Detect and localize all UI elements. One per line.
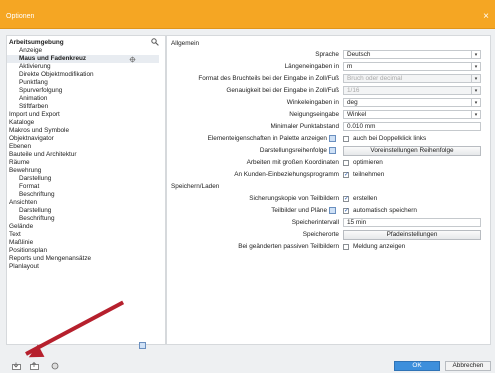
optimieren-label: optimieren: [353, 159, 383, 166]
chevron-down-icon: ▾: [471, 51, 480, 58]
sidebar-item-stiftfarben[interactable]: Stiftfarben: [7, 103, 48, 111]
label-speicherorte: Speicherorte: [302, 231, 339, 238]
teilnehmen-checkbox[interactable]: [343, 171, 349, 178]
autosave-checkbox[interactable]: [343, 207, 349, 214]
sidebar-item-punktfang[interactable]: Punktfang: [7, 79, 48, 87]
sidebar-item-objektnavigator[interactable]: Objektnavigator: [7, 135, 54, 143]
label-winkel: Winkeleingaben in: [286, 99, 339, 106]
label-passive-teilbilder: Bei geänderten passiven Teilbildern: [238, 243, 339, 250]
autosave-icon: [329, 207, 336, 214]
section-allgemein: Allgemein: [171, 40, 200, 47]
teilnehmen-label: teilnehmen: [353, 171, 385, 178]
sidebar-item-ansichten-beschriftung[interactable]: Beschriftung: [7, 215, 55, 223]
chevron-down-icon: ▾: [471, 87, 480, 94]
sidebar-item-spurverfolgung[interactable]: Spurverfolgung: [7, 87, 62, 95]
sidebar-item-arbeitsumgebung[interactable]: Arbeitsumgebung: [7, 39, 149, 47]
sidebar-item-bewehrung[interactable]: Bewehrung: [7, 167, 41, 175]
cursor-settings-icon: [129, 56, 136, 63]
sidebar-item-kataloge[interactable]: Kataloge: [7, 119, 34, 127]
sidebar-item-masslinie[interactable]: Maßlinie: [7, 239, 33, 247]
meldung-label: Meldung anzeigen: [353, 243, 406, 250]
order-icon: [329, 147, 336, 154]
sidebar-item-bauteile-architektur[interactable]: Bauteile und Architektur: [7, 151, 77, 159]
reihenfolge-button[interactable]: Voreinstellungen Reihenfolge: [343, 146, 481, 156]
sidebar-item-maus[interactable]: Maus und Fadenkreuz: [7, 55, 159, 63]
label-teilbilder: Teilbilder und Pläne: [271, 207, 327, 214]
sidebar-item-direkte-objektmodifikation[interactable]: Direkte Objektmodifikation: [7, 71, 94, 79]
sidebar-item-bewehrung-beschriftung[interactable]: Beschriftung: [7, 191, 55, 199]
sidebar-item-ansichten-darstellung[interactable]: Darstellung: [7, 207, 51, 215]
sidebar-item-raeume[interactable]: Räume: [7, 159, 30, 167]
sidebar-item-positionsplan[interactable]: Positionsplan: [7, 247, 47, 255]
meldung-checkbox[interactable]: [343, 244, 349, 250]
section-speichern: Speichern/Laden: [171, 183, 220, 190]
dialog-body: Arbeitsumgebung Anzeige Maus und Fadenkr…: [0, 29, 495, 373]
autosave-label: automatisch speichern: [353, 207, 417, 214]
genauigkeit-dropdown[interactable]: 1/16 ▾: [343, 86, 481, 95]
title-bar: Optionen ×: [0, 0, 495, 29]
sidebar-item-ansichten[interactable]: Ansichten: [7, 199, 37, 207]
close-icon[interactable]: ×: [483, 11, 489, 22]
erstellen-label: erstellen: [353, 195, 378, 202]
import-icon[interactable]: [12, 362, 22, 370]
cancel-button[interactable]: Abbrechen: [445, 361, 491, 371]
sidebar-item-ebenen[interactable]: Ebenen: [7, 143, 31, 151]
label-bruch: Format des Bruchteils bei der Eingabe in…: [198, 75, 339, 82]
punktabstand-input[interactable]: 0.010 mm: [343, 122, 481, 131]
sidebar-item-reports[interactable]: Reports und Mengenansätze: [7, 255, 91, 263]
palette-icon: [329, 135, 336, 142]
label-neigung: Neigungseingabe: [289, 111, 339, 118]
label-genauigkeit: Genauigkeit bei der Eingabe in Zoll/Fuß: [226, 87, 339, 94]
chevron-down-icon: ▾: [471, 75, 480, 82]
window-title: Optionen: [6, 13, 35, 20]
pfadeinstellungen-button[interactable]: Pfadeinstellungen: [343, 230, 481, 240]
chevron-down-icon: ▾: [471, 63, 480, 70]
label-elementeigenschaften: Elementeigenschaften in Palette anzeigen: [207, 135, 327, 142]
doppelklick-checkbox[interactable]: [343, 136, 349, 142]
speicherintervall-input[interactable]: 15 min: [343, 218, 481, 227]
settings-panel: Allgemein Sprache Deutsch ▾ Längeneingabe…: [166, 35, 491, 345]
label-sprache: Sprache: [315, 51, 339, 58]
sidebar-item-gelaende[interactable]: Gelände: [7, 223, 33, 231]
label-kunden: An Kunden-Einbeziehungsprogramm: [234, 171, 339, 178]
optimieren-checkbox[interactable]: [343, 160, 349, 166]
chevron-down-icon: ▾: [471, 99, 480, 106]
sidebar-item-bewehrung-format[interactable]: Format: [7, 183, 39, 191]
ok-button[interactable]: OK: [394, 361, 440, 371]
search-icon[interactable]: [151, 38, 159, 46]
panel-toggle-icon[interactable]: [139, 342, 146, 349]
sidebar-item-bewehrung-darstellung[interactable]: Darstellung: [7, 175, 51, 183]
neigung-dropdown[interactable]: Winkel ▾: [343, 110, 481, 119]
sidebar-tree: Arbeitsumgebung Anzeige Maus und Fadenkr…: [6, 35, 166, 349]
erstellen-checkbox[interactable]: [343, 195, 349, 202]
sidebar-item-text[interactable]: Text: [7, 231, 21, 239]
label-speicherintervall: Speicherintervall: [291, 219, 339, 226]
sidebar-item-import-export[interactable]: Import und Export: [7, 111, 60, 119]
winkel-dropdown[interactable]: deg ▾: [343, 98, 481, 107]
label-darstellungsreihenfolge: Darstellungsreihenfolge: [259, 147, 327, 154]
sidebar-item-anzeige[interactable]: Anzeige: [7, 47, 42, 55]
sidebar-item-makros-symbole[interactable]: Makros und Symbole: [7, 127, 69, 135]
sidebar-item-animation[interactable]: Animation: [7, 95, 47, 103]
sprache-dropdown[interactable]: Deutsch ▾: [343, 50, 481, 59]
doppelklick-label: auch bei Doppelklick links: [353, 135, 427, 142]
sidebar-item-planlayout[interactable]: Planlayout: [7, 263, 39, 271]
label-koordinaten: Arbeiten mit großen Koordinaten: [246, 159, 339, 166]
chevron-down-icon: ▾: [471, 111, 480, 118]
laengen-dropdown[interactable]: m ▾: [343, 62, 481, 71]
label-sicherungskopie: Sicherungskopie von Teilbildern: [249, 195, 339, 202]
sidebar-item-aktivierung[interactable]: Aktivierung: [7, 63, 51, 71]
label-punktabstand: Minimaler Punktabstand: [270, 123, 339, 130]
bruch-dropdown[interactable]: Bruch oder decimal ▾: [343, 74, 481, 83]
reset-icon[interactable]: [50, 362, 60, 370]
label-laengen: Längeneingaben in: [284, 63, 339, 70]
